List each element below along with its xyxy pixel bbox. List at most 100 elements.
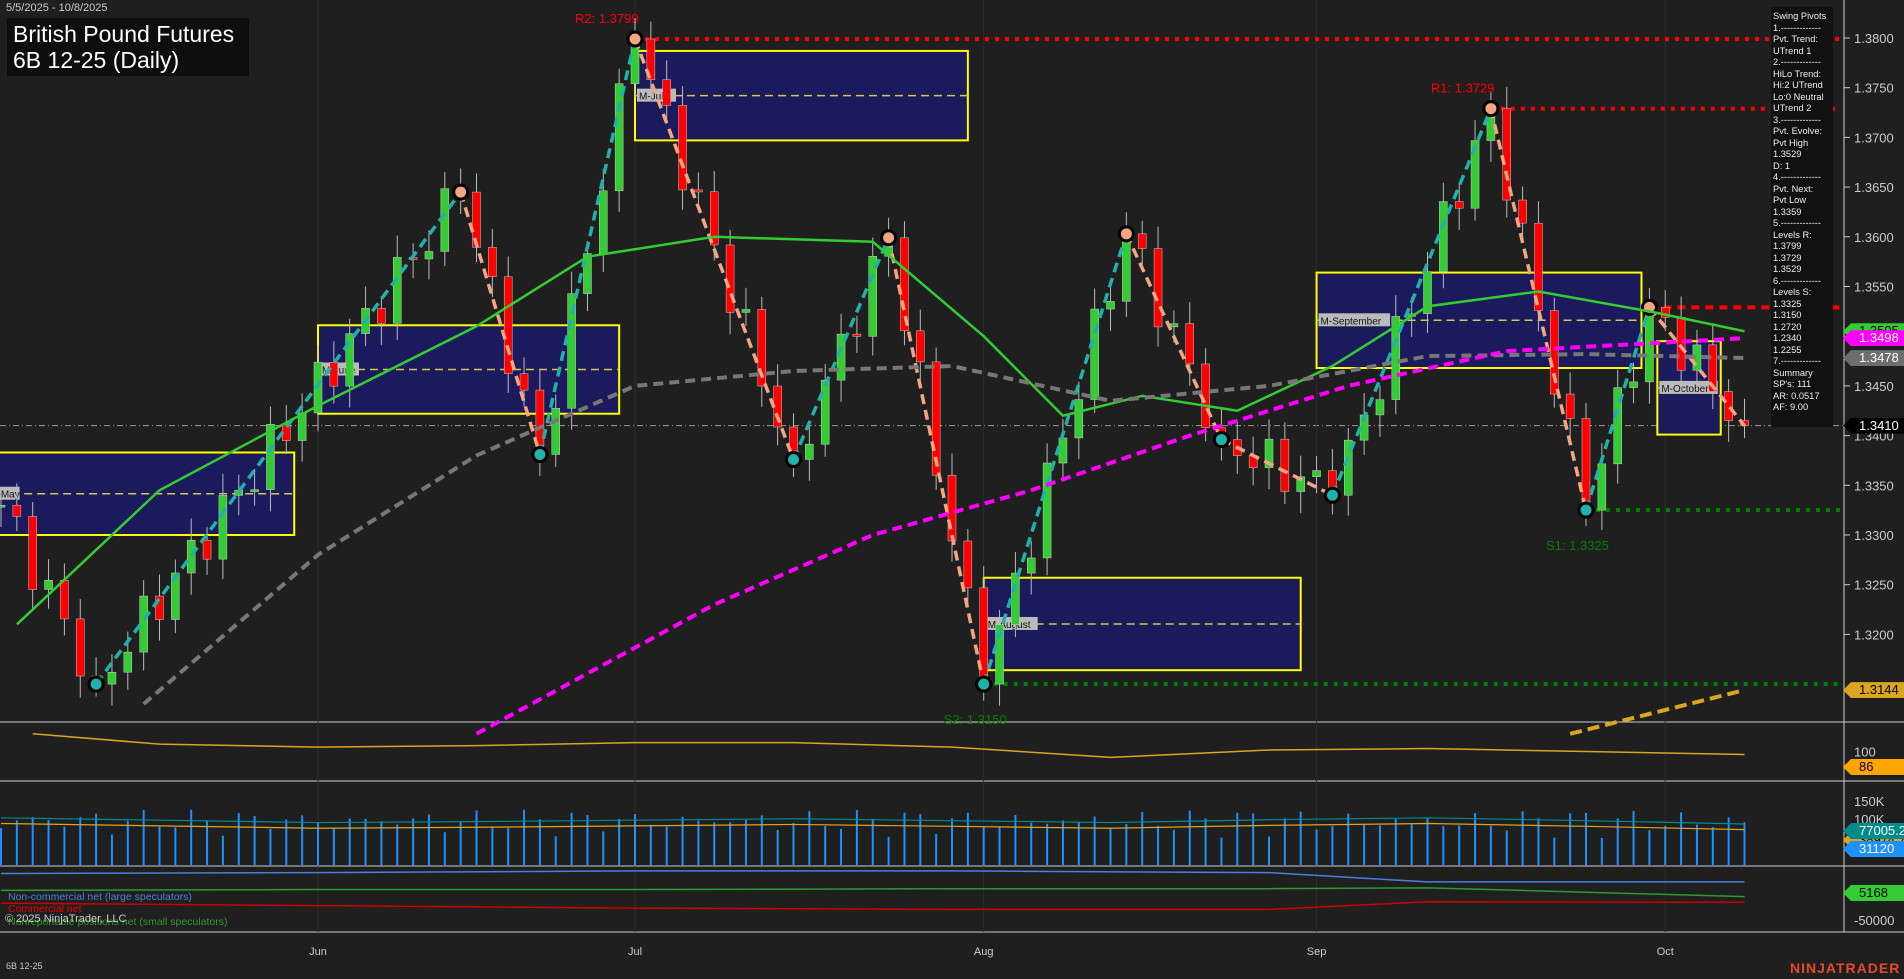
swing-panel-line: 6.-------------: [1773, 276, 1831, 288]
swing-panel-line: 1.2340: [1773, 333, 1831, 345]
pivot-low-marker: [977, 677, 991, 691]
candle: [140, 596, 148, 652]
candle: [187, 540, 195, 573]
swing-panel-line: 3.-------------: [1773, 115, 1831, 127]
candle: [1170, 324, 1178, 327]
pivot-high-marker: [1484, 102, 1498, 116]
price-tag: 1.3410: [1843, 418, 1904, 434]
price-tag: 31120: [1843, 841, 1904, 857]
swing-line: [1221, 440, 1332, 496]
x-tick-label: Jun: [309, 946, 327, 958]
candle: [1011, 573, 1019, 625]
candle: [821, 380, 829, 444]
candle: [599, 191, 607, 254]
cot-commercial-line: [1, 902, 1745, 910]
pivot-level-label: S2: 1.3150: [944, 712, 1007, 727]
candle: [694, 190, 702, 192]
swing-panel-line: Pvt High: [1773, 138, 1831, 150]
candle: [1059, 438, 1067, 463]
candle: [346, 334, 354, 386]
swing-panel-line: 2.-------------: [1773, 57, 1831, 69]
ninjatrader-logo: NINJATRADER: [1790, 960, 1900, 976]
candle: [853, 334, 861, 336]
candle: [1677, 317, 1685, 370]
swing-panel-line: Levels S:: [1773, 287, 1831, 299]
candle: [1566, 394, 1574, 418]
candle: [251, 490, 259, 492]
candle: [805, 444, 813, 459]
volume-tick-label: 150K: [1854, 794, 1885, 809]
swing-pivots-panel: Swing Pivots1.-------------Pvt. Trend:UT…: [1771, 7, 1833, 427]
price-tag: 86: [1843, 759, 1904, 775]
price-tag: 77005.22: [1843, 823, 1904, 839]
cot-noncommercial-line: [1, 871, 1745, 882]
swing-panel-line: 1.3729: [1773, 253, 1831, 265]
candle: [377, 308, 385, 323]
pivot-level-label: R1: 1.3729: [1431, 81, 1495, 96]
footer-symbol: 6B 12-25: [6, 961, 43, 971]
y-tick-label: 1.3750: [1854, 81, 1894, 96]
swing-line: [1126, 234, 1221, 440]
trend-orange-line: [1570, 690, 1744, 734]
indicator-line: [33, 734, 1745, 758]
y-tick-label: 1.3600: [1854, 230, 1894, 245]
y-tick-label: 1.3200: [1854, 627, 1894, 642]
monthly-box-label: M-October: [1661, 384, 1709, 395]
swing-panel-line: 1.3799: [1773, 241, 1831, 253]
swing-panel-line: SP's: 111: [1773, 379, 1831, 391]
swing-panel-line: 1.2255: [1773, 345, 1831, 357]
swing-panel-line: 1.3150: [1773, 310, 1831, 322]
candle: [45, 580, 53, 589]
candle: [1154, 249, 1162, 327]
pivot-high-marker: [1119, 227, 1133, 241]
swing-panel-line: Swing Pivots: [1773, 11, 1831, 23]
swing-panel-line: 1.2720: [1773, 322, 1831, 334]
candle: [1313, 471, 1321, 477]
candle: [1107, 301, 1115, 309]
y-tick-label: 1.3800: [1854, 31, 1894, 46]
price-tag: 1.3478: [1843, 350, 1904, 366]
y-tick-label: 1.3350: [1854, 478, 1894, 493]
swing-panel-line: 1.3529: [1773, 149, 1831, 161]
price-chart[interactable]: 1.38001.37501.37001.36501.36001.35501.34…: [0, 0, 1904, 979]
candle: [13, 505, 21, 516]
pivot-low-marker: [1214, 433, 1228, 447]
candle: [219, 495, 227, 559]
candle: [552, 408, 560, 454]
swing-panel-line: 1.3325: [1773, 299, 1831, 311]
price-tag: 1.3498: [1843, 330, 1904, 346]
candle: [425, 251, 433, 259]
x-tick-label: Sep: [1307, 946, 1327, 958]
candle: [1091, 309, 1099, 399]
swing-panel-line: UTrend 1: [1773, 46, 1831, 58]
candle: [203, 540, 211, 559]
monthly-box-label: M-September: [1321, 316, 1382, 327]
swing-line: [461, 192, 540, 454]
candle: [1503, 109, 1511, 200]
monthly-box-label: M-August: [988, 620, 1031, 631]
price-tag: 5168: [1843, 885, 1904, 901]
cot-nonreportable-line: [1, 888, 1745, 897]
chart-title-box: British Pound Futures 6B 12-25 (Daily): [7, 18, 249, 76]
candle: [1376, 400, 1384, 415]
y-tick-label: 1.3300: [1854, 528, 1894, 543]
candle: [663, 80, 671, 106]
candle: [1630, 382, 1638, 388]
swing-panel-line: Pvt Low: [1773, 195, 1831, 207]
swing-panel-line: Pvt. Evolve:: [1773, 126, 1831, 138]
cot-tick-label: -50000: [1854, 913, 1894, 928]
x-tick-label: Jul: [628, 946, 642, 958]
candle: [393, 257, 401, 323]
candle: [1027, 558, 1035, 573]
swing-line: [889, 238, 984, 684]
pivot-high-marker: [882, 231, 896, 245]
candle: [0, 505, 5, 507]
copyright: © 2025 NinjaTrader, LLC: [5, 913, 126, 925]
candle: [1281, 439, 1289, 491]
candle: [742, 309, 750, 312]
swing-panel-line: UTrend 2: [1773, 103, 1831, 115]
swing-panel-line: AF: 9.00: [1773, 402, 1831, 414]
legend-noncommercial: Non-commercial net (large speculators): [8, 891, 192, 903]
x-tick-label: Oct: [1657, 946, 1674, 958]
swing-panel-line: D: 1: [1773, 161, 1831, 173]
